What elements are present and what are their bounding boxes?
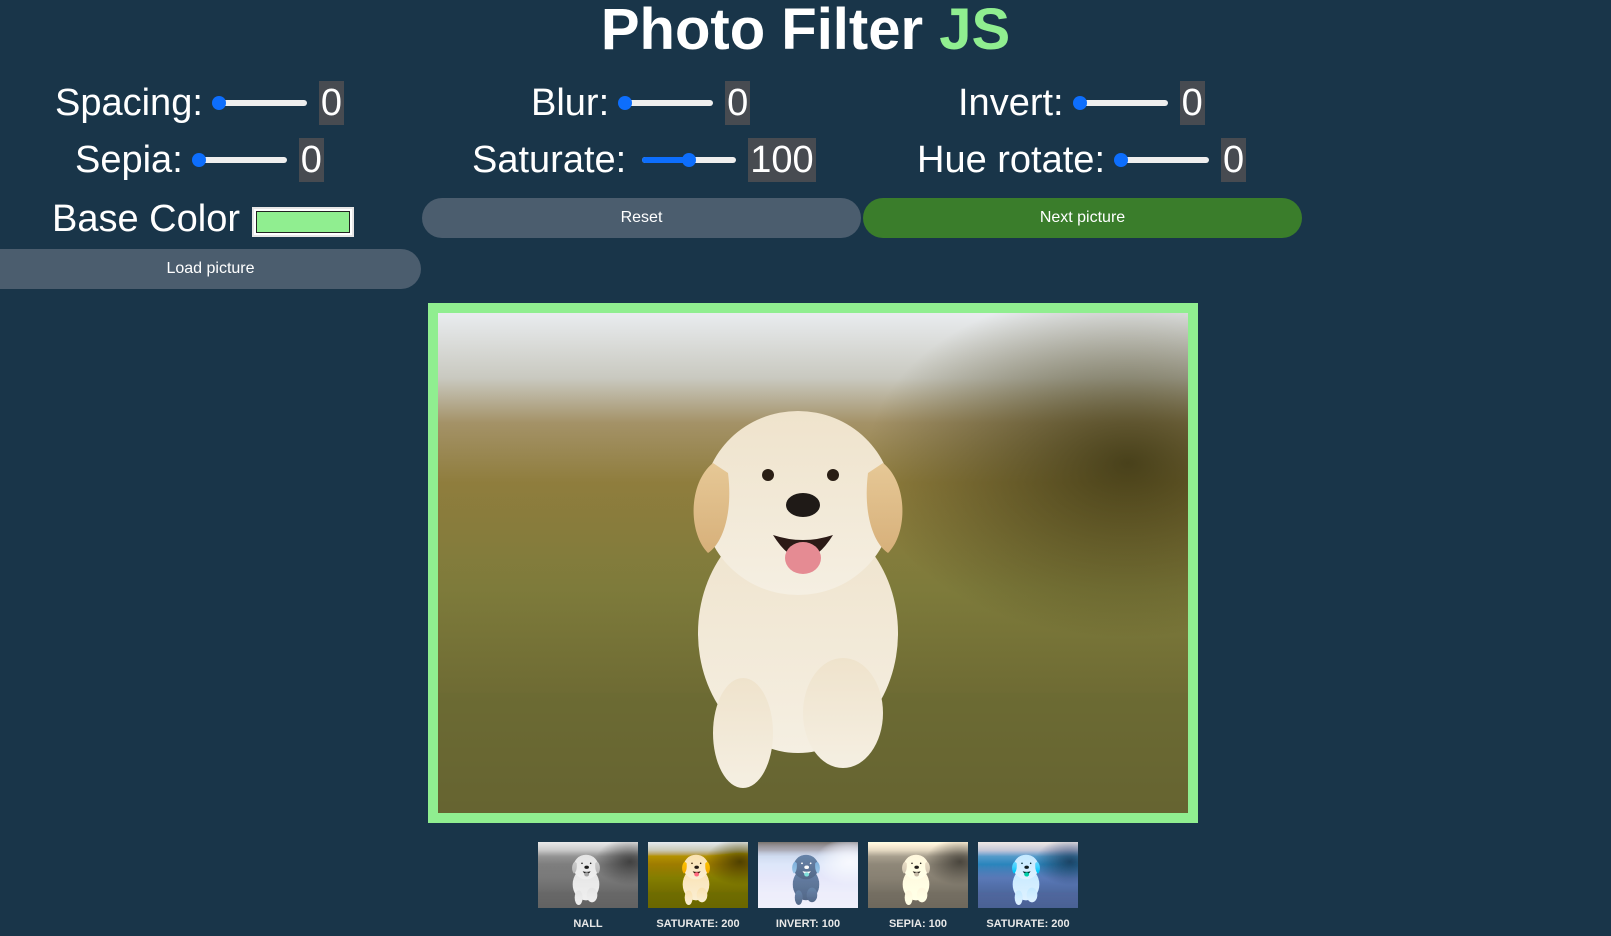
sepia-value: 0 (298, 138, 324, 182)
spacing-value: 0 (318, 81, 345, 125)
blur-slider[interactable] (618, 96, 714, 110)
title-accent: JS (939, 0, 1011, 62)
preset-sepia-image[interactable] (868, 842, 968, 908)
invert-value: 0 (1179, 81, 1205, 125)
hue-rotate-slider[interactable] (1114, 153, 1209, 167)
blur-value: 0 (725, 81, 751, 125)
blur-control: Blur: 0 (531, 80, 751, 126)
base-color-control: Base Color (52, 196, 354, 242)
saturate-value: 100 (748, 138, 816, 182)
preset-invert-image[interactable] (758, 842, 858, 908)
preset-sepia-label: SEPIA: 100 (888, 918, 948, 930)
preset-blue-saturate-label: SATURATE: 200 (986, 918, 1070, 930)
invert-slider[interactable] (1072, 96, 1168, 110)
base-color-label: Base Color (52, 198, 240, 240)
invert-control: Invert: 0 (958, 80, 1205, 126)
sepia-control: Sepia: 0 (75, 137, 324, 183)
spacing-slider-thumb[interactable] (211, 96, 226, 110)
invert-slider-thumb[interactable] (1072, 96, 1087, 110)
base-color-swatch (255, 211, 350, 233)
sepia-slider-thumb[interactable] (191, 153, 206, 167)
hue-rotate-slider-thumb[interactable] (1114, 153, 1128, 167)
main-photo (438, 313, 1188, 813)
sepia-slider[interactable] (191, 153, 287, 167)
blur-slider-thumb[interactable] (618, 96, 633, 110)
spacing-slider[interactable] (211, 96, 307, 110)
hue-rotate-control: Hue rotate: 0 (917, 137, 1247, 183)
sepia-label: Sepia: (75, 139, 183, 181)
load-picture-button[interactable]: Load picture (0, 249, 421, 289)
spacing-label: Spacing: (55, 82, 203, 124)
preset-blue-saturate-image[interactable] (978, 842, 1078, 908)
hue-rotate-label: Hue rotate: (917, 139, 1105, 181)
preset-grayscale[interactable]: NALL (538, 842, 638, 930)
reset-button[interactable]: Reset (422, 198, 861, 238)
title-main: Photo Filter (600, 0, 924, 62)
blur-label: Blur: (531, 82, 610, 124)
preset-saturate-label: SATURATE: 200 (656, 918, 740, 930)
saturate-control: Saturate: 100 (472, 137, 816, 183)
preset-grayscale-label: NALL (573, 918, 603, 930)
saturate-label: Saturate: (472, 139, 627, 181)
saturate-slider[interactable] (642, 153, 737, 167)
base-color-picker[interactable] (251, 207, 354, 237)
preset-invert-label: INVERT: 100 (775, 918, 841, 930)
preset-grayscale-image[interactable] (538, 842, 638, 908)
preset-saturate-image[interactable] (648, 842, 748, 908)
page-title: Photo Filter JS (0, 0, 1611, 62)
spacing-control: Spacing: 0 (55, 80, 345, 126)
saturate-slider-thumb[interactable] (682, 153, 697, 167)
preset-saturate[interactable]: SATURATE: 200 (648, 842, 748, 930)
preset-sepia[interactable]: SEPIA: 100 (868, 842, 968, 930)
hue-rotate-value: 0 (1221, 138, 1247, 182)
invert-label: Invert: (958, 82, 1064, 124)
preset-invert[interactable]: INVERT: 100 (758, 842, 858, 930)
filter-presets: NALL SATURATE: 200 INVERT: 100 SEPIA: 10… (538, 842, 1078, 930)
photo-frame (428, 303, 1198, 823)
preset-blue-saturate[interactable]: SATURATE: 200 (978, 842, 1078, 930)
next-picture-button[interactable]: Next picture (863, 198, 1302, 238)
